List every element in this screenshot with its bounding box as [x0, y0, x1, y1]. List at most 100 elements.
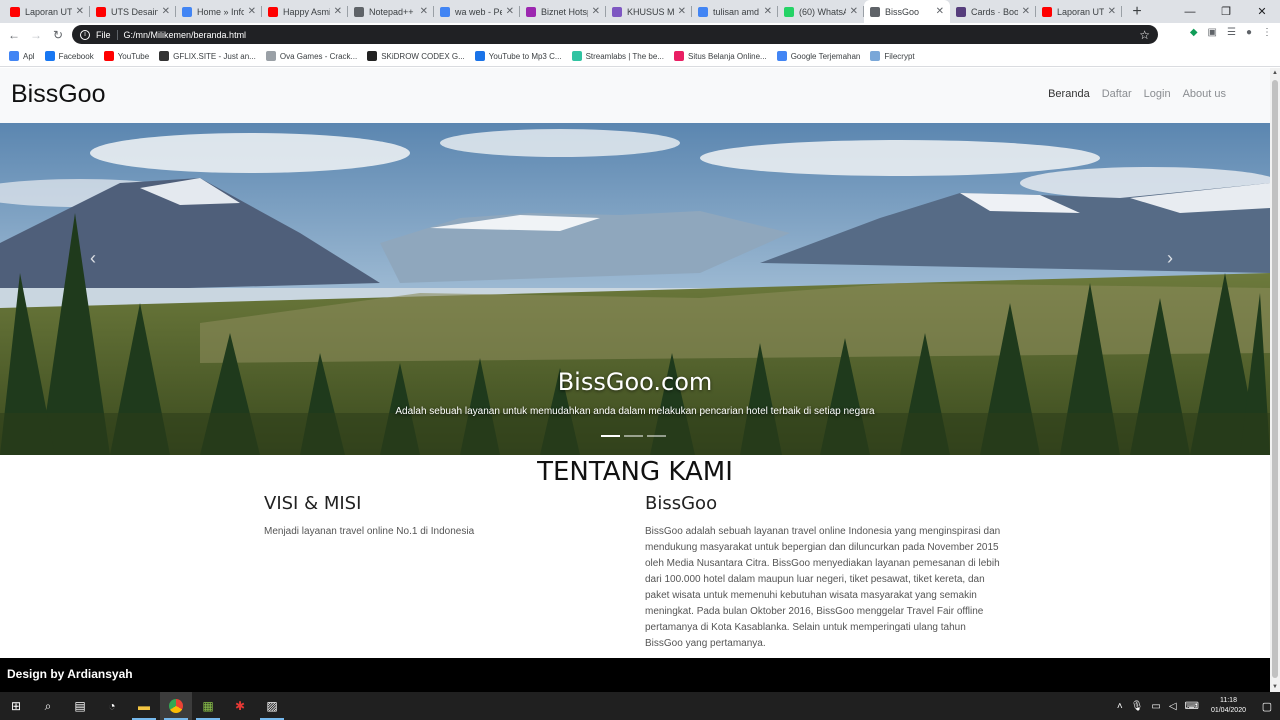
notification-icon[interactable]: ▢ — [1254, 700, 1280, 713]
bookmark-item[interactable]: GFLIX.SITE - Just an... — [159, 51, 256, 61]
address-bar[interactable]: i File G:/mn/Milikemen/beranda.html ☆ — [72, 25, 1158, 44]
bookmark-item[interactable]: YouTube to Mp3 C... — [474, 51, 562, 61]
bookmark-item[interactable]: Facebook — [44, 51, 94, 61]
bookmark-label: YouTube to Mp3 C... — [488, 51, 562, 61]
url-text[interactable]: G:/mn/Milikemen/beranda.html — [124, 30, 247, 40]
task-view-icon[interactable]: ▤ — [64, 692, 96, 720]
nav-daftar[interactable]: Daftar — [1102, 88, 1132, 100]
bookmark-favicon-icon — [474, 51, 485, 61]
browser-tab[interactable]: UTS Desain ✕ — [90, 0, 176, 23]
carousel-prev-icon[interactable]: ‹ — [90, 248, 96, 269]
tab-favicon-icon — [1042, 6, 1052, 17]
browser-tab[interactable]: Laporan UT ✕ — [1036, 0, 1122, 23]
photos-app-icon[interactable]: ▨ — [256, 692, 288, 720]
bookmark-favicon-icon — [44, 51, 55, 61]
carousel-indicator[interactable] — [601, 435, 620, 437]
carousel-next-icon[interactable]: › — [1167, 248, 1173, 269]
tab-close-icon[interactable]: ✕ — [76, 6, 84, 17]
browser-tab[interactable]: KHUSUS MI ✕ — [606, 0, 692, 23]
bookmark-item[interactable]: Apl — [9, 51, 35, 61]
scroll-down-icon[interactable]: ▼ — [1270, 682, 1280, 692]
site-brand[interactable]: BissGoo — [11, 80, 105, 109]
info-icon[interactable]: i — [80, 29, 90, 40]
browser-tab[interactable]: BissGoo ✕ — [864, 0, 950, 23]
bookmark-favicon-icon — [9, 51, 19, 61]
restore-icon[interactable]: ❐ — [1208, 0, 1244, 23]
chrome-icon[interactable] — [160, 692, 192, 720]
windows-start-icon[interactable]: ⊞ — [0, 692, 32, 720]
extension-icon[interactable]: ▣ — [1208, 27, 1217, 38]
speedometer-app-icon[interactable]: ◔ — [96, 692, 128, 720]
tab-close-icon[interactable]: ✕ — [1108, 6, 1116, 17]
bookmark-item[interactable]: SKiDROW CODEX G... — [367, 51, 465, 61]
clock[interactable]: 11:18 01/04/2020 — [1211, 696, 1246, 716]
close-icon[interactable]: ✕ — [1244, 0, 1280, 23]
new-tab-button[interactable]: + — [1126, 1, 1148, 23]
bookmark-label: Situs Belanja Online... — [687, 51, 767, 61]
browser-tab[interactable]: Cards · Boo ✕ — [950, 0, 1036, 23]
reload-icon[interactable]: ↻ — [47, 24, 69, 46]
volume-icon[interactable]: ◁ — [1169, 701, 1177, 712]
back-icon[interactable]: ← — [3, 24, 25, 46]
bookmark-item[interactable]: Situs Belanja Online... — [673, 51, 767, 61]
bookmark-item[interactable]: Filecrypt — [870, 51, 915, 61]
minimize-icon[interactable]: — — [1172, 0, 1208, 23]
tab-close-icon[interactable]: ✕ — [850, 6, 858, 17]
tab-close-icon[interactable]: ✕ — [162, 6, 170, 17]
clock-time: 11:18 — [1219, 697, 1237, 704]
search-icon[interactable]: ⌕ — [32, 692, 64, 720]
extension-icon[interactable]: ◆ — [1190, 27, 1198, 38]
nav-login[interactable]: Login — [1144, 88, 1171, 100]
bookmark-item[interactable]: Ova Games - Crack... — [265, 51, 357, 61]
browser-tab[interactable]: Happy Asmi ✕ — [262, 0, 348, 23]
browser-tab[interactable]: Laporan UT ✕ — [4, 0, 90, 23]
carousel-indicator[interactable] — [647, 435, 666, 437]
browser-tab[interactable]: Biznet Hotsp ✕ — [520, 0, 606, 23]
scroll-thumb[interactable] — [1272, 80, 1278, 678]
tab-close-icon[interactable]: ✕ — [1022, 6, 1030, 17]
game-app-icon[interactable]: ✱ — [224, 692, 256, 720]
tab-close-icon[interactable]: ✕ — [334, 6, 342, 17]
keyboard-icon[interactable]: ⌨ — [1185, 701, 1199, 712]
tab-close-icon[interactable]: ✕ — [764, 6, 772, 17]
browser-tab[interactable]: wa web - Pe ✕ — [434, 0, 520, 23]
bookmark-item[interactable]: YouTube — [103, 51, 149, 61]
tab-favicon-icon — [612, 6, 622, 17]
bookmark-favicon-icon — [103, 51, 114, 61]
nav-beranda[interactable]: Beranda — [1048, 88, 1090, 100]
forward-icon[interactable]: → — [25, 24, 47, 46]
scroll-up-icon[interactable]: ▲ — [1270, 68, 1280, 78]
nav-about[interactable]: About us — [1183, 88, 1226, 100]
about-text: BissGoo adalah sebuah layanan travel onl… — [645, 526, 1001, 649]
tab-close-icon[interactable]: ✕ — [678, 6, 686, 17]
cast-icon[interactable]: ☰ — [1227, 27, 1236, 38]
tab-close-icon[interactable]: ✕ — [420, 6, 428, 17]
tab-close-icon[interactable]: ✕ — [592, 6, 600, 17]
browser-tab[interactable]: Home » Info ✕ — [176, 0, 262, 23]
bookmark-item[interactable]: Streamlabs | The be... — [571, 51, 664, 61]
page-scrollbar[interactable]: ▲ ▼ — [1270, 68, 1280, 692]
microphone-icon[interactable]: 🎙︎ — [1131, 701, 1144, 712]
vision-column: VISI & MISI Menjadi layanan travel onlin… — [264, 493, 614, 540]
carousel-indicator[interactable] — [624, 435, 643, 437]
tab-close-icon[interactable]: ✕ — [248, 6, 256, 17]
menu-icon[interactable]: ⋮ — [1262, 27, 1272, 38]
browser-tab[interactable]: Notepad++ ✕ — [348, 0, 434, 23]
bookmark-item[interactable]: Google Terjemahan — [776, 51, 860, 61]
bookmark-label: Filecrypt — [884, 51, 915, 61]
about-column: BissGoo BissGoo adalah sebuah layanan tr… — [645, 493, 1005, 652]
tab-close-icon[interactable]: ✕ — [506, 6, 514, 17]
bookmark-star-icon[interactable]: ☆ — [1139, 28, 1150, 42]
browser-tab[interactable]: tulisan amd ✕ — [692, 0, 778, 23]
browser-tab[interactable]: (60) WhatsA ✕ — [778, 0, 864, 23]
tray-chevron-icon[interactable]: ˄ — [1117, 701, 1123, 712]
extension-icons: ◆ ▣ ☰ ● ⋮ — [1190, 27, 1272, 38]
notepad-icon[interactable]: ▦ — [192, 692, 224, 720]
tab-close-icon[interactable]: ✕ — [936, 6, 944, 17]
file-explorer-icon[interactable]: ▬ — [128, 692, 160, 720]
network-icon[interactable]: ▭ — [1151, 701, 1160, 712]
tab-favicon-icon — [526, 6, 536, 17]
tab-title: KHUSUS MI — [627, 6, 674, 17]
vision-text: Menjadi layanan travel online No.1 di In… — [264, 526, 475, 537]
profile-icon[interactable]: ● — [1246, 27, 1252, 38]
